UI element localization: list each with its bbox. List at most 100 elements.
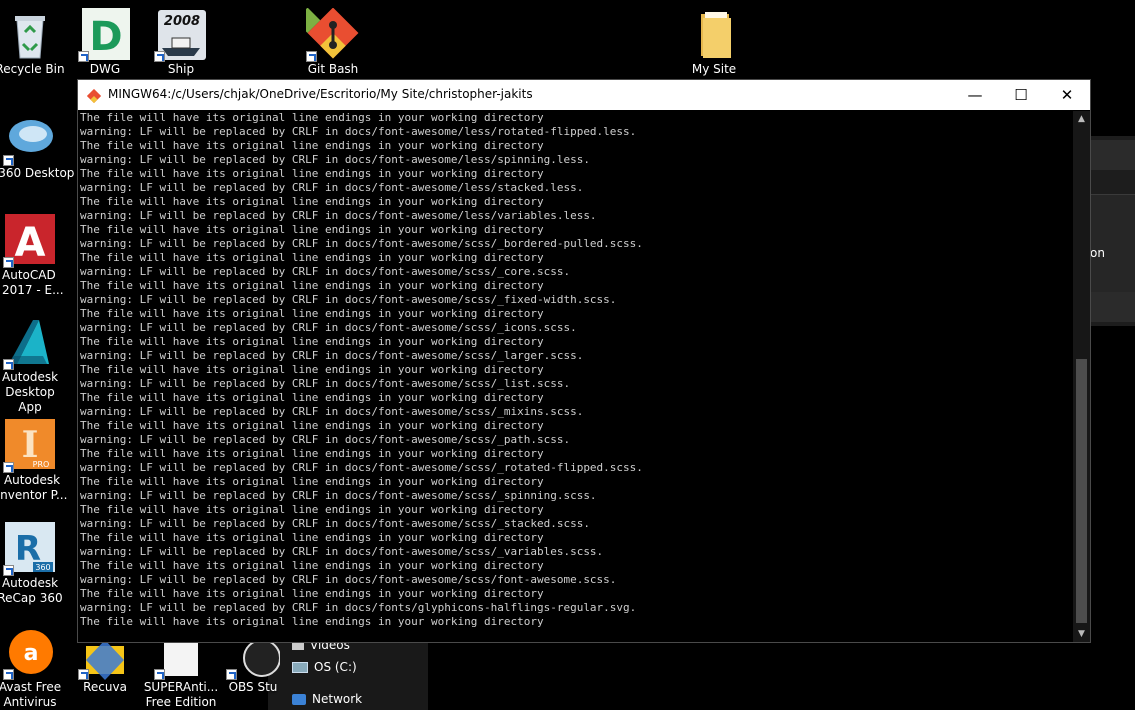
desktop-icon-my-site[interactable]: My Site (676, 8, 752, 77)
desktop-icon-label: DWG (89, 62, 121, 76)
shortcut-arrow-icon (3, 462, 14, 473)
desktop-icon-a360[interactable]: A360 Desktop (0, 112, 74, 181)
desktop-icon-label: Git Bash (307, 62, 359, 76)
scroll-down-arrow-icon[interactable]: ▼ (1073, 626, 1090, 642)
terminal-line: warning: LF will be replaced by CRLF in … (80, 377, 571, 390)
inventor-icon: I PRO (3, 419, 57, 473)
terminal-line: The file will have its original line end… (80, 447, 544, 460)
recycle-bin-icon (3, 8, 57, 62)
svg-text:D: D (89, 14, 122, 60)
terminal-line: The file will have its original line end… (80, 559, 544, 572)
autodesk-icon (3, 316, 57, 370)
terminal-line: warning: LF will be replaced by CRLF in … (80, 125, 637, 138)
desktop-icon-avast[interactable]: a Avast Free Antivirus (0, 626, 68, 710)
terminal-line: The file will have its original line end… (80, 335, 544, 348)
desktop-icon-label: OBS Stu (228, 680, 278, 694)
window-title-bar[interactable]: MINGW64:/c/Users/chjak/OneDrive/Escritor… (78, 80, 1090, 110)
terminal-line: warning: LF will be replaced by CRLF in … (80, 433, 571, 446)
maximize-button[interactable]: ☐ (998, 80, 1044, 110)
shortcut-arrow-icon (3, 669, 14, 680)
desktop-icon-label: Autodesk Inventor P... (0, 473, 68, 502)
folder-icon (687, 8, 741, 62)
network-icon (292, 694, 306, 705)
background-window-edge: on (1090, 136, 1135, 326)
close-button[interactable]: ✕ (1044, 80, 1090, 110)
mingw64-terminal-window[interactable]: MINGW64:/c/Users/chjak/OneDrive/Escritor… (77, 79, 1091, 643)
terminal-line: warning: LF will be replaced by CRLF in … (80, 321, 577, 334)
autocad-icon: A (3, 214, 57, 268)
desktop-icon-obs[interactable]: OBS Stu (215, 636, 291, 695)
terminal-line: The file will have its original line end… (80, 167, 544, 180)
recap-icon: R 360 (3, 522, 57, 576)
drive-icon (292, 662, 308, 673)
window-title: MINGW64:/c/Users/chjak/OneDrive/Escritor… (108, 87, 533, 101)
terminal-line: warning: LF will be replaced by CRLF in … (80, 601, 637, 614)
terminal-line: warning: LF will be replaced by CRLF in … (80, 517, 590, 530)
terminal-line: warning: LF will be replaced by CRLF in … (80, 293, 617, 306)
shortcut-arrow-icon (3, 155, 14, 166)
terminal-line: The file will have its original line end… (80, 111, 544, 124)
bg-band (1090, 292, 1135, 322)
bg-window-text: on (1090, 246, 1105, 260)
terminal-line: warning: LF will be replaced by CRLF in … (80, 405, 584, 418)
a360-icon (3, 112, 57, 166)
desktop-icon-label: SUPERAnti... Free Edition (143, 680, 219, 709)
terminal-line: warning: LF will be replaced by CRLF in … (80, 265, 571, 278)
shortcut-arrow-icon (3, 257, 14, 268)
terminal-line: warning: LF will be replaced by CRLF in … (80, 573, 617, 586)
shortcut-arrow-icon (154, 669, 165, 680)
terminal-line: warning: LF will be replaced by CRLF in … (80, 153, 590, 166)
terminal-line: The file will have its original line end… (80, 587, 544, 600)
terminal-line: The file will have its original line end… (80, 531, 544, 544)
nav-item-network[interactable]: Network (292, 692, 362, 706)
git-bash-icon (86, 88, 102, 104)
git-bash-icon (294, 7, 360, 62)
desktop-icon-label: Avast Free Antivirus (0, 680, 62, 709)
shortcut-arrow-icon (3, 359, 14, 370)
terminal-line: warning: LF will be replaced by CRLF in … (80, 209, 597, 222)
ship-simulator-icon: 2008 (154, 8, 208, 62)
desktop-icon-dwg[interactable]: D DWG (67, 8, 143, 77)
terminal-line: warning: LF will be replaced by CRLF in … (80, 489, 597, 502)
desktop-icon-label: AutoCAD 2017 - E... (2, 268, 64, 297)
nav-item-os-c[interactable]: OS (C:) (292, 660, 357, 674)
terminal-line: warning: LF will be replaced by CRLF in … (80, 237, 643, 250)
desktop-icon-inventor[interactable]: I PRO Autodesk Inventor P... (0, 419, 68, 503)
shortcut-arrow-icon (3, 565, 14, 576)
bg-band (1090, 140, 1135, 170)
scroll-up-arrow-icon[interactable]: ▲ (1073, 111, 1090, 127)
terminal-line: The file will have its original line end… (80, 503, 544, 516)
desktop-icon-autodesk-desktop-app[interactable]: Autodesk Desktop App (0, 316, 68, 415)
terminal-line: The file will have its original line end… (80, 615, 544, 628)
terminal-line: The file will have its original line end… (80, 363, 544, 376)
terminal-line: The file will have its original line end… (80, 251, 544, 264)
desktop-icon-ship[interactable]: 2008 Ship (143, 8, 219, 77)
recap-360-badge: 360 (35, 563, 50, 572)
desktop-icon-label: My Site (691, 62, 737, 76)
minimize-button[interactable]: — (952, 80, 998, 110)
desktop-icon-label: Recuva (83, 680, 127, 694)
shortcut-arrow-icon (226, 669, 237, 680)
desktop-icon-autocad[interactable]: A AutoCAD 2017 - E... (0, 214, 68, 298)
terminal-line: The file will have its original line end… (80, 139, 544, 152)
desktop-icon-label: Autodesk ReCap 360 (0, 576, 63, 605)
bg-band (1090, 194, 1135, 295)
terminal-line: warning: LF will be replaced by CRLF in … (80, 545, 604, 558)
terminal-output[interactable]: The file will have its original line end… (80, 111, 1070, 631)
desktop-icon-superantispyware[interactable]: SUPERAnti... Free Edition (143, 636, 219, 710)
desktop-icon-git-bash[interactable]: Git Bash (294, 7, 371, 77)
scrollbar-thumb[interactable] (1076, 359, 1087, 623)
pro-badge: PRO (33, 460, 50, 469)
shortcut-arrow-icon (154, 51, 165, 62)
desktop-icon-recap[interactable]: R 360 Autodesk ReCap 360 (0, 522, 68, 606)
terminal-line: warning: LF will be replaced by CRLF in … (80, 349, 584, 362)
desktop-icon-label: Autodesk Desktop App (1, 370, 59, 414)
terminal-line: warning: LF will be replaced by CRLF in … (80, 181, 584, 194)
terminal-line: The file will have its original line end… (80, 223, 544, 236)
ship-year-badge: 2008 (164, 14, 200, 29)
desktop-icon-label: Ship (167, 62, 195, 76)
dwg-trueview-icon: D (78, 8, 132, 62)
desktop-icon-recycle-bin[interactable]: Recycle Bin (0, 8, 68, 77)
desktop-icon-recuva[interactable]: Recuva (67, 636, 143, 695)
vertical-scrollbar[interactable]: ▲ ▼ (1073, 111, 1090, 642)
